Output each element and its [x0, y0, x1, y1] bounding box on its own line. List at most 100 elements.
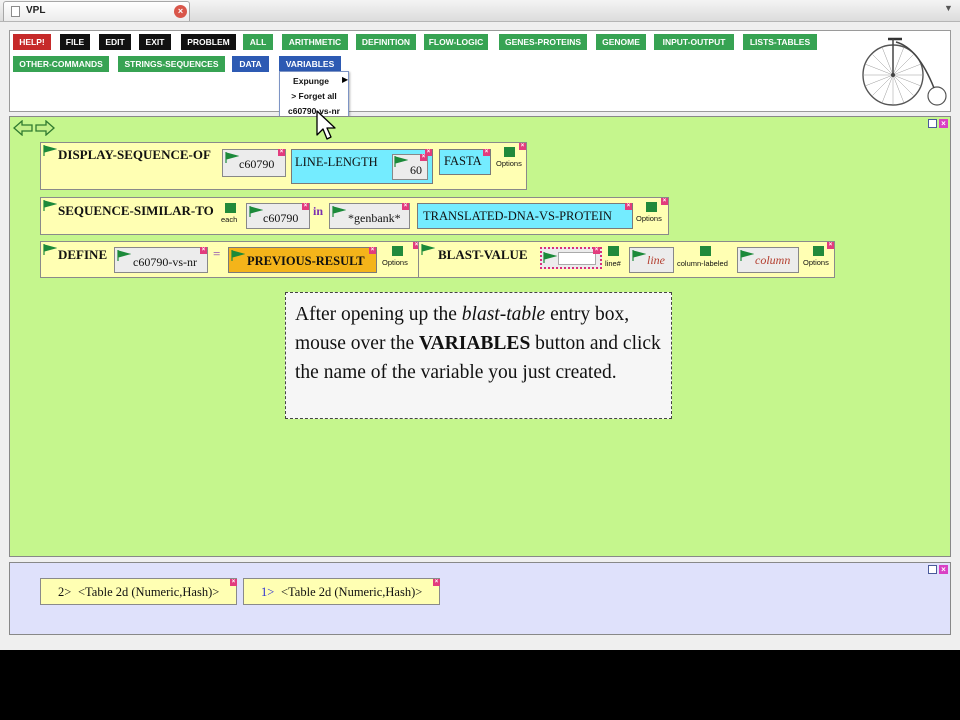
genome-button[interactable]: GENOME: [596, 34, 646, 50]
mouse-pointer-icon: [316, 110, 336, 140]
line-arrow-icon[interactable]: [608, 246, 619, 256]
variable-name-slot[interactable]: c60790-vs-nr ×: [114, 247, 208, 273]
forget-all-menu-item[interactable]: > Forget all: [280, 89, 348, 104]
lists-tables-button[interactable]: LISTS-TABLES: [743, 34, 817, 50]
expunge-menu-item[interactable]: Expunge: [280, 74, 348, 89]
strings-sequences-button[interactable]: STRINGS-SEQUENCES: [118, 56, 225, 72]
column-arrow-icon[interactable]: [700, 246, 711, 256]
sequence-similar-to-block[interactable]: SEQUENCE-SIMILAR-TO each c60790 × in *ge…: [40, 197, 669, 235]
all-button[interactable]: ALL: [243, 34, 273, 50]
delete-icon[interactable]: ×: [425, 149, 432, 156]
close-icon[interactable]: ×: [939, 565, 948, 574]
menu-panel: HELP! FILE EDIT EXIT PROBLEM ALL ARITHME…: [9, 30, 951, 112]
flag-icon: [543, 252, 557, 263]
argument-slot[interactable]: c60790 ×: [222, 149, 286, 177]
delete-icon[interactable]: ×: [369, 247, 376, 254]
options-label[interactable]: Options: [496, 159, 522, 168]
instruction-part-1: After opening up the: [295, 304, 462, 325]
delete-icon[interactable]: ×: [827, 242, 834, 249]
flag-icon: [43, 200, 57, 211]
close-icon[interactable]: ×: [939, 119, 948, 128]
options-arrow-icon[interactable]: [504, 147, 515, 157]
results-panel: × 2> <Table 2d (Numeric,Hash)> × 1> <Tab…: [9, 562, 951, 635]
data-button[interactable]: DATA: [232, 56, 269, 72]
options-arrow-icon[interactable]: [813, 246, 824, 256]
argument-slot[interactable]: c60790 ×: [246, 203, 310, 229]
result-item[interactable]: 2> <Table 2d (Numeric,Hash)> ×: [40, 578, 237, 605]
flag-icon: [632, 250, 646, 261]
variable-name-value: c60790-vs-nr: [133, 255, 197, 269]
close-tab-icon[interactable]: ×: [174, 5, 187, 18]
delete-icon[interactable]: ×: [661, 198, 668, 205]
block-keyword: DISPLAY-SEQUENCE-OF: [58, 147, 211, 162]
delete-icon[interactable]: ×: [519, 143, 526, 150]
in-keyword: in: [313, 204, 324, 218]
tab-list-icon[interactable]: ▼: [944, 3, 953, 13]
delete-icon[interactable]: ×: [625, 203, 632, 210]
line-length-slot[interactable]: 60 ×: [392, 154, 428, 180]
each-label[interactable]: each: [221, 215, 237, 224]
delete-icon[interactable]: ×: [200, 247, 207, 254]
variables-button[interactable]: VARIABLES: [279, 56, 341, 72]
delete-icon[interactable]: ×: [302, 203, 309, 210]
fasta-option[interactable]: FASTA ×: [439, 149, 491, 175]
flow-logic-button[interactable]: FLOW-LOGIC: [424, 34, 488, 50]
column-label[interactable]: column-labeled: [677, 259, 728, 268]
forward-arrow-icon[interactable]: [35, 120, 55, 136]
blast-table-entry-box[interactable]: ×: [540, 247, 602, 269]
input-output-button[interactable]: INPUT-OUTPUT: [654, 34, 734, 50]
options-arrow-icon[interactable]: [392, 246, 403, 256]
edit-button[interactable]: EDIT: [99, 34, 131, 50]
instruction-text: After opening up the blast-table entry b…: [295, 300, 667, 387]
each-arrow-icon[interactable]: [225, 203, 236, 213]
submenu-arrow-icon: ▶: [342, 75, 349, 84]
delete-icon[interactable]: ×: [278, 149, 285, 156]
line-length-option[interactable]: LINE-LENGTH 60 × ×: [291, 149, 433, 184]
file-button[interactable]: FILE: [60, 34, 90, 50]
options-label[interactable]: Options: [636, 214, 662, 223]
flag-icon: [225, 152, 239, 163]
method-option[interactable]: TRANSLATED-DNA-VS-PROTEIN ×: [417, 203, 633, 229]
instruction-italic: blast-table: [461, 304, 546, 325]
help-button[interactable]: HELP!: [13, 34, 51, 50]
exit-button[interactable]: EXIT: [139, 34, 171, 50]
tab-title: VPL: [26, 5, 46, 16]
blast-value-block[interactable]: BLAST-VALUE × line# line column-labeled …: [418, 241, 835, 278]
flag-icon: [231, 250, 245, 261]
flag-icon: [249, 206, 263, 217]
blast-table-input[interactable]: [558, 252, 596, 265]
fasta-label: FASTA: [444, 154, 482, 168]
line-slot[interactable]: line: [629, 247, 674, 273]
line-label[interactable]: line#: [605, 259, 621, 268]
delete-icon[interactable]: ×: [402, 203, 409, 210]
delete-icon[interactable]: ×: [483, 149, 490, 156]
column-slot[interactable]: column: [737, 247, 799, 273]
flag-icon: [394, 156, 408, 167]
browser-tab[interactable]: VPL ×: [3, 1, 190, 21]
flag-icon: [43, 145, 57, 156]
other-commands-button[interactable]: OTHER-COMMANDS: [13, 56, 109, 72]
options-label[interactable]: Options: [382, 258, 408, 267]
flag-icon: [117, 250, 131, 261]
flag-icon: [43, 244, 57, 255]
display-sequence-of-block[interactable]: DISPLAY-SEQUENCE-OF c60790 × LINE-LENGTH…: [40, 142, 527, 190]
delete-icon[interactable]: ×: [433, 579, 440, 586]
argument-value: c60790: [239, 157, 275, 171]
problem-button[interactable]: PROBLEM: [181, 34, 236, 50]
definition-button[interactable]: DEFINITION: [356, 34, 416, 50]
delete-icon[interactable]: ×: [230, 579, 237, 586]
options-label[interactable]: Options: [803, 258, 829, 267]
value-slot[interactable]: PREVIOUS-RESULT ×: [228, 247, 377, 273]
options-arrow-icon[interactable]: [646, 202, 657, 212]
delete-icon[interactable]: ×: [593, 247, 600, 254]
value-label: PREVIOUS-RESULT: [247, 254, 365, 268]
database-slot[interactable]: *genbank* ×: [329, 203, 410, 229]
define-block[interactable]: DEFINE c60790-vs-nr × = PREVIOUS-RESULT …: [40, 241, 421, 278]
arithmetic-button[interactable]: ARITHMETIC: [282, 34, 348, 50]
back-arrow-icon[interactable]: [13, 120, 33, 136]
genes-proteins-button[interactable]: GENES-PROTEINS: [499, 34, 587, 50]
minimize-icon[interactable]: [928, 565, 937, 574]
page-icon: [11, 6, 20, 17]
minimize-icon[interactable]: [928, 119, 937, 128]
result-item[interactable]: 1> <Table 2d (Numeric,Hash)> ×: [243, 578, 440, 605]
